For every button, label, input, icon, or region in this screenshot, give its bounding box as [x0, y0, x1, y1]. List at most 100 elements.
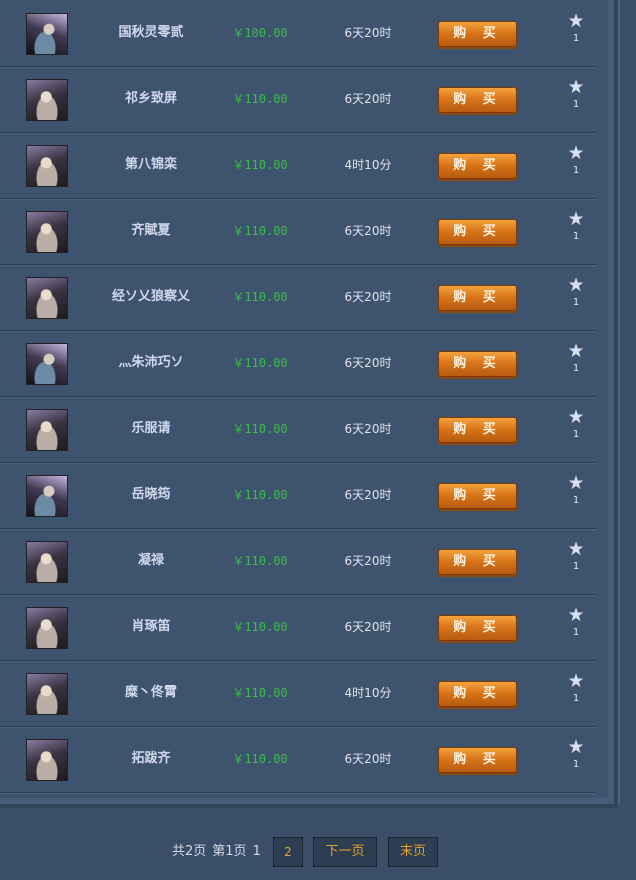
avatar[interactable]	[26, 607, 68, 649]
star-count: 1	[572, 429, 580, 440]
star-count: 1	[572, 495, 580, 506]
buy-button[interactable]: 购 买	[438, 21, 517, 47]
star-icon[interactable]: ★	[564, 672, 588, 691]
item-time-left: 6天20时	[344, 92, 392, 106]
item-row: 齐賦夏 ￥110.00 6天20时购 买 ★ 1	[0, 198, 596, 266]
item-name: 第八锦栾	[124, 157, 177, 172]
star-count: 1	[572, 99, 580, 110]
buy-button[interactable]: 购 买	[438, 549, 517, 575]
star-count: 1	[572, 561, 580, 572]
avatar[interactable]	[26, 739, 68, 781]
item-price: ￥110.00	[232, 686, 288, 700]
star-count: 1	[572, 363, 580, 374]
item-row: 糜丶佟霄 ￥110.00 4时10分 购 买 ★ 1	[0, 660, 596, 728]
item-price: ￥110.00	[232, 422, 288, 436]
item-row: 凝禄 ￥110.00 6天20时购 买 ★ 1	[0, 528, 596, 596]
item-row: 祁乡致屏 ￥110.00 6天20时购 买 ★ 1	[0, 66, 596, 134]
item-price: ￥110.00	[232, 488, 288, 502]
star-icon[interactable]: ★	[564, 474, 588, 493]
avatar[interactable]	[26, 409, 68, 451]
item-price: ￥110.00	[232, 752, 288, 766]
star-icon[interactable]: ★	[564, 276, 588, 295]
avatar[interactable]	[26, 541, 68, 583]
buy-button[interactable]: 购 买	[438, 747, 517, 773]
star-count: 1	[572, 297, 580, 308]
buy-button[interactable]: 购 买	[438, 153, 517, 179]
buy-button[interactable]: 购 买	[438, 483, 517, 509]
item-list-panel: 国秋灵零贰 ￥100.00 6天20时购 买 ★ 1 祁乡致屏 ￥110.00 6天20时购 …	[0, 0, 620, 808]
item-time-left: 6天20时	[344, 422, 392, 436]
item-row: 灬朱沛巧ソ ￥110.00 6天20时购 买 ★ 1	[0, 330, 596, 398]
favorite-control[interactable]: ★ 1	[564, 210, 588, 243]
avatar[interactable]	[26, 13, 68, 55]
star-icon[interactable]: ★	[564, 342, 588, 361]
page-link-1[interactable]: 1	[253, 844, 261, 859]
item-name: 凝禄	[137, 553, 164, 568]
favorite-control[interactable]: ★ 1	[564, 144, 588, 177]
favorite-control[interactable]: ★ 1	[564, 606, 588, 639]
item-price: ￥110.00	[232, 92, 288, 106]
star-icon[interactable]: ★	[564, 210, 588, 229]
item-name: 灬朱沛巧ソ	[118, 355, 184, 370]
item-time-left: 6天20时	[344, 224, 392, 238]
item-price: ￥100.00	[232, 26, 288, 40]
item-row: 经ソ乂狼察乂 ￥110.00 6天20时购 买 ★ 1	[0, 264, 596, 332]
item-row: 肖琢笛 ￥110.00 6天20时 购 买 ★ 1	[0, 594, 596, 662]
item-price: ￥110.00	[232, 554, 288, 568]
avatar[interactable]	[26, 475, 68, 517]
item-time-left: 4时10分	[344, 158, 392, 172]
buy-button[interactable]: 购 买	[438, 417, 517, 443]
item-time-left: 6天20时	[344, 620, 392, 634]
favorite-control[interactable]: ★ 1	[564, 12, 588, 45]
star-icon[interactable]: ★	[564, 738, 588, 757]
star-count: 1	[572, 231, 580, 242]
avatar[interactable]	[26, 79, 68, 121]
buy-button[interactable]: 购 买	[438, 219, 517, 245]
item-row: 第八锦栾 ￥110.00 4时10分购 买 ★ 1	[0, 132, 596, 200]
favorite-control[interactable]: ★ 1	[564, 408, 588, 441]
star-icon[interactable]: ★	[564, 12, 588, 31]
star-icon[interactable]: ★	[564, 408, 588, 427]
avatar[interactable]	[26, 343, 68, 385]
item-time-left: 6天20时	[344, 26, 392, 40]
item-name: 糜丶佟霄	[124, 685, 177, 700]
next-page-button[interactable]: 下一页	[313, 837, 377, 867]
avatar[interactable]	[26, 277, 68, 319]
buy-button[interactable]: 购 买	[438, 285, 517, 311]
star-icon[interactable]: ★	[564, 78, 588, 97]
favorite-control[interactable]: ★ 1	[564, 78, 588, 111]
favorite-control[interactable]: ★ 1	[564, 672, 588, 705]
item-row: 乐服请 ￥110.00 6天20时购 买 ★ 1	[0, 396, 596, 464]
item-row: 岳晓筠 ￥110.00 6天20时购 买 ★ 1	[0, 462, 596, 530]
avatar[interactable]	[26, 145, 68, 187]
item-price: ￥110.00	[232, 356, 288, 370]
item-name: 国秋灵零贰	[118, 25, 184, 40]
item-name: 肖琢笛	[131, 619, 171, 634]
star-icon[interactable]: ★	[564, 540, 588, 559]
buy-button[interactable]: 购 买	[438, 351, 517, 377]
avatar[interactable]	[26, 673, 68, 715]
buy-button[interactable]: 购 买	[438, 681, 517, 707]
star-count: 1	[572, 165, 580, 176]
item-time-left: 4时10分	[344, 686, 392, 700]
avatar[interactable]	[26, 211, 68, 253]
star-icon[interactable]: ★	[564, 606, 588, 625]
item-price: ￥110.00	[232, 158, 288, 172]
buy-button[interactable]: 购 买	[438, 87, 517, 113]
page-link-2[interactable]: 2	[273, 837, 303, 867]
item-time-left: 6天20时	[344, 488, 392, 502]
buy-button[interactable]: 购 买	[438, 615, 517, 641]
item-price: ￥110.00	[232, 620, 288, 634]
favorite-control[interactable]: ★ 1	[564, 276, 588, 309]
item-time-left: 6天20时	[344, 752, 392, 766]
item-name: 齐賦夏	[131, 223, 171, 238]
favorite-control[interactable]: ★ 1	[564, 474, 588, 507]
star-icon[interactable]: ★	[564, 144, 588, 163]
favorite-control[interactable]: ★ 1	[564, 342, 588, 375]
star-count: 1	[572, 33, 580, 44]
last-page-button[interactable]: 末页	[388, 837, 438, 867]
favorite-control[interactable]: ★ 1	[564, 738, 588, 771]
item-time-left: 6天20时	[344, 356, 392, 370]
favorite-control[interactable]: ★ 1	[564, 540, 588, 573]
star-count: 1	[572, 759, 580, 770]
